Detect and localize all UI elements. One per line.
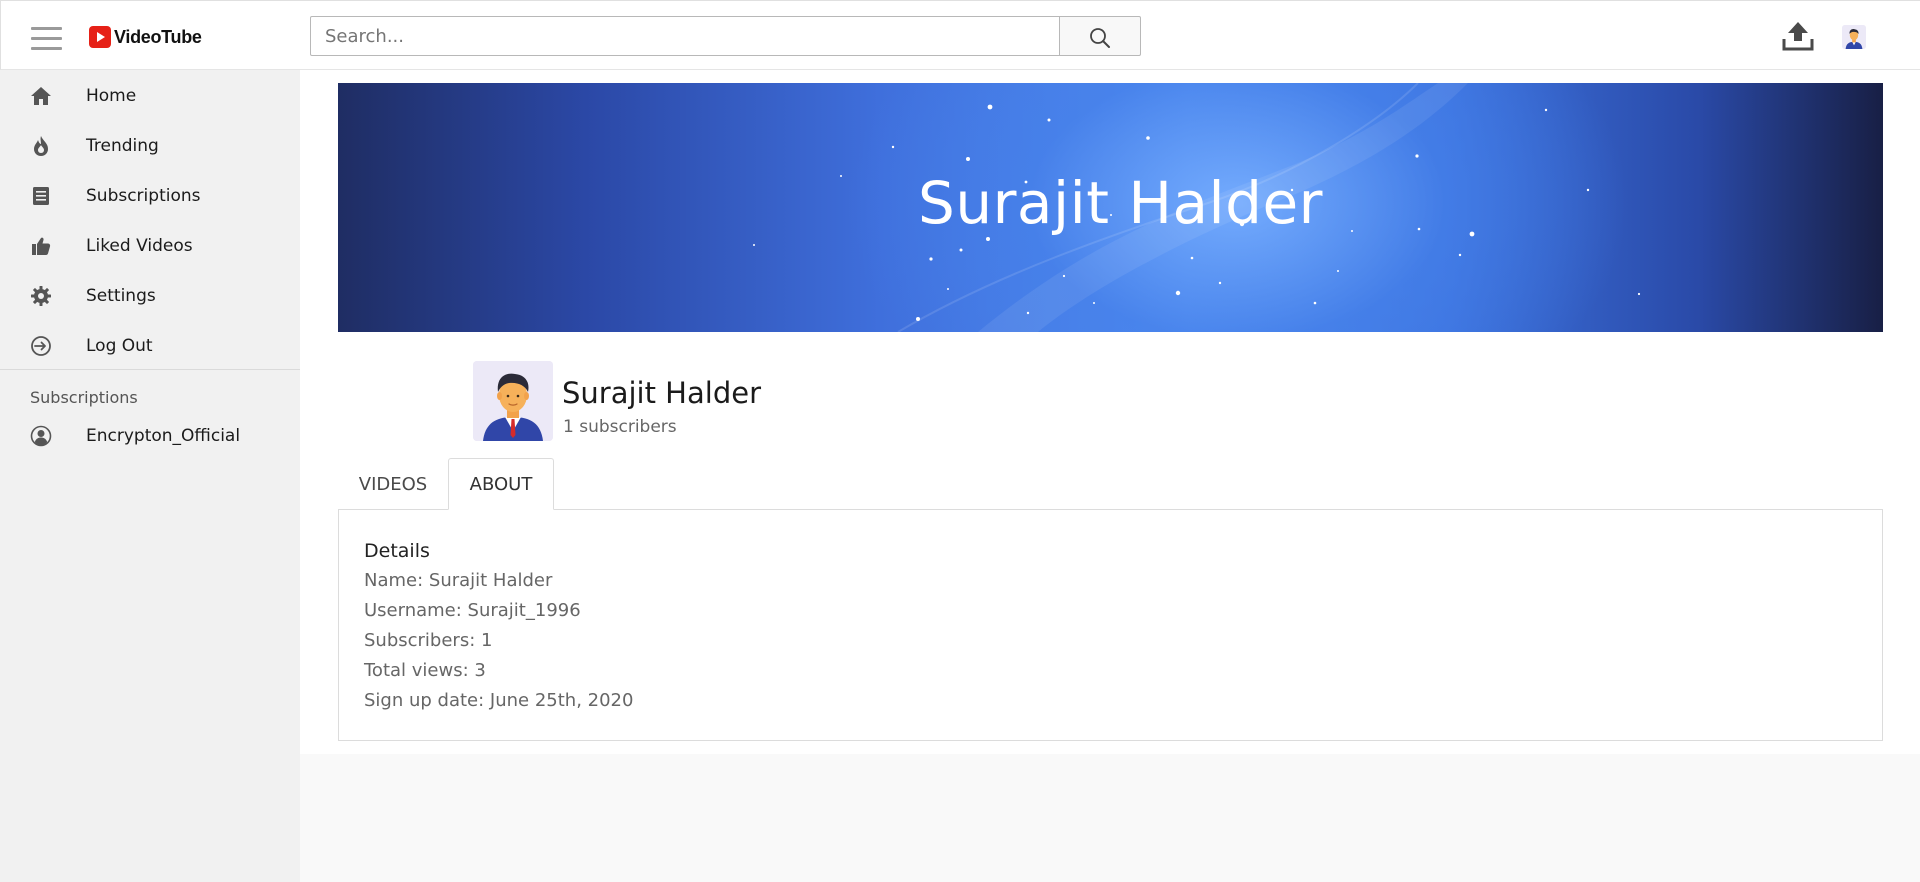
channel-banner: Surajit Halder [338, 83, 1883, 332]
banner-title: Surajit Halder [918, 169, 1323, 237]
sidebar-divider [0, 369, 300, 370]
sidebar-item-label: Settings [86, 286, 156, 306]
search-icon [1090, 28, 1110, 48]
user-circle-icon [30, 425, 52, 447]
thumbs-up-icon [30, 235, 52, 257]
logout-icon [30, 335, 52, 357]
tab-videos[interactable]: VIDEOS [338, 458, 448, 510]
sidebar-item-liked-videos[interactable]: Liked Videos [0, 224, 300, 268]
home-icon [30, 85, 52, 107]
main-content: Surajit Halder Surajit Halder 1 subscrib… [300, 70, 1920, 882]
details-heading: Details [364, 540, 430, 562]
detail-total-views: Total views: 3 [364, 660, 486, 681]
sidebar-item-home[interactable]: Home [0, 74, 300, 118]
menu-icon[interactable] [31, 27, 62, 50]
play-logo-icon [89, 26, 111, 48]
channel-avatar[interactable] [473, 361, 553, 441]
app-name: VideoTube [114, 26, 202, 47]
channel-name: Surajit Halder [562, 376, 761, 410]
logo[interactable]: VideoTube [89, 26, 202, 48]
detail-signup-date: Sign up date: June 25th, 2020 [364, 690, 634, 711]
sidebar: Home Trending Subscriptions Liked Videos [0, 70, 300, 882]
sidebar-item-subscriptions[interactable]: Subscriptions [0, 174, 300, 218]
sidebar-item-log-out[interactable]: Log Out [0, 324, 300, 368]
detail-subscribers: Subscribers: 1 [364, 630, 493, 651]
search-button[interactable] [1060, 16, 1141, 56]
gear-icon [30, 285, 52, 307]
sidebar-item-label: Trending [86, 136, 159, 156]
top-bar: VideoTube [0, 0, 1920, 70]
detail-username: Username: Surajit_1996 [364, 600, 581, 621]
detail-name: Name: Surajit Halder [364, 570, 553, 591]
subscriptions-icon [30, 185, 52, 207]
sidebar-item-settings[interactable]: Settings [0, 274, 300, 318]
sidebar-item-trending[interactable]: Trending [0, 124, 300, 168]
flame-icon [30, 135, 52, 157]
sidebar-item-label: Subscriptions [86, 186, 201, 206]
sidebar-item-label: Encrypton_Official [86, 426, 241, 446]
sidebar-item-label: Log Out [86, 336, 153, 356]
sidebar-subscription-item[interactable]: Encrypton_Official [0, 414, 300, 458]
subscriber-count: 1 subscribers [563, 417, 677, 437]
tab-about[interactable]: ABOUT [448, 458, 554, 510]
sidebar-item-label: Home [86, 86, 137, 106]
about-details-panel: Details Name: Surajit Halder Username: S… [338, 509, 1883, 741]
upload-icon[interactable] [1781, 19, 1815, 53]
sidebar-item-label: Liked Videos [86, 236, 193, 256]
user-avatar[interactable] [1842, 25, 1866, 49]
search-input[interactable] [310, 16, 1060, 56]
subscriptions-heading: Subscriptions [30, 388, 138, 407]
